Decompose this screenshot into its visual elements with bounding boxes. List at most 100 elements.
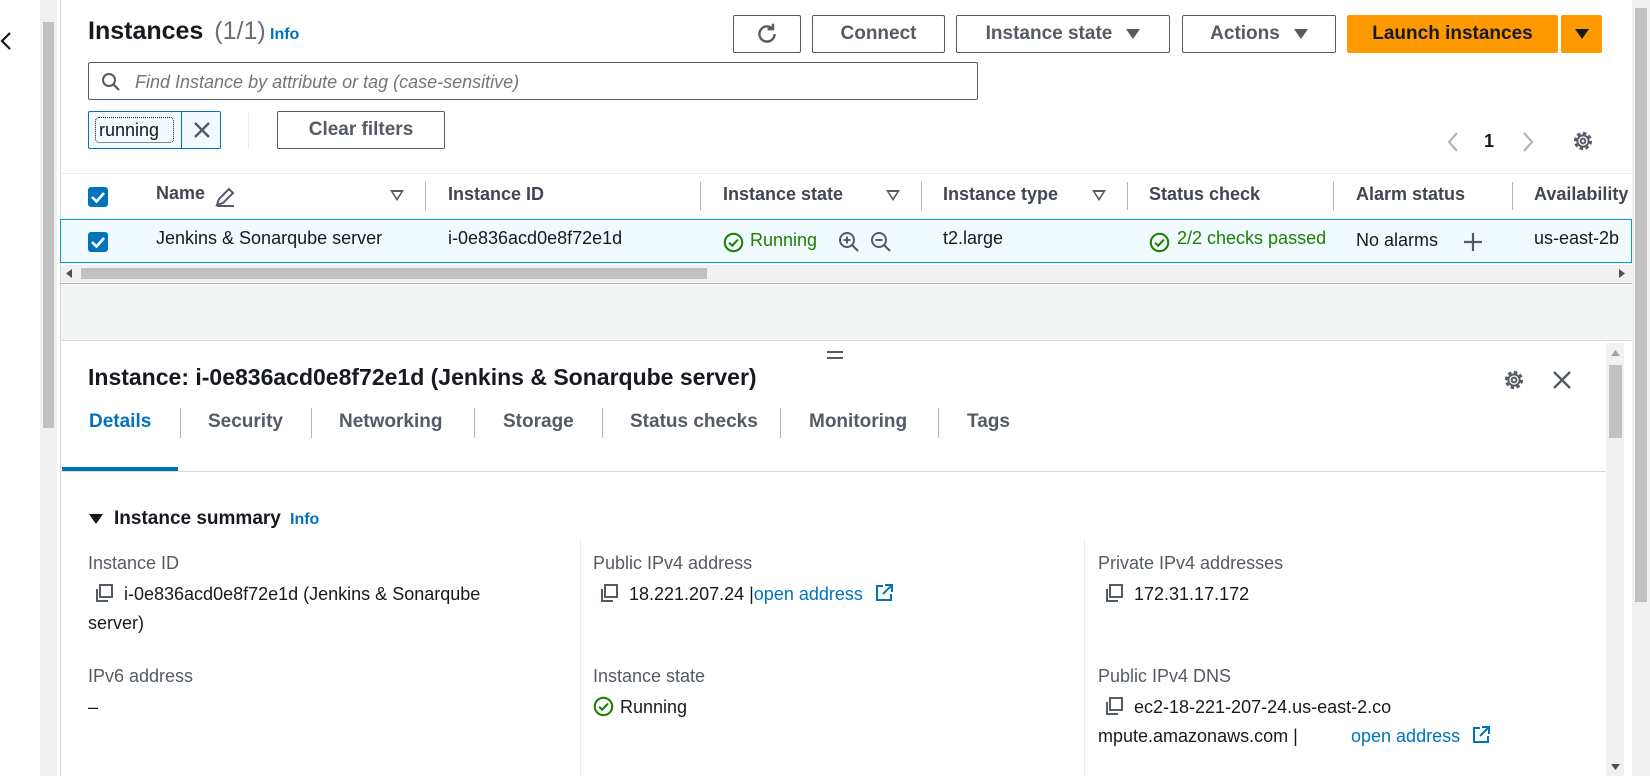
public-dns-link-wrap: open address bbox=[1351, 722, 1491, 751]
scroll-down-icon[interactable] bbox=[1611, 763, 1620, 771]
tab-separator bbox=[938, 408, 939, 438]
select-all-checkbox[interactable] bbox=[88, 187, 108, 207]
col-instance-id[interactable]: Instance ID bbox=[448, 184, 544, 205]
cell-instance-type: t2.large bbox=[943, 228, 1004, 248]
row-checkbox[interactable] bbox=[88, 232, 108, 252]
details-scroll-thumb[interactable] bbox=[1609, 365, 1622, 438]
tab-storage[interactable]: Storage bbox=[503, 411, 574, 433]
table-top-border bbox=[60, 173, 1632, 174]
copy-icon[interactable] bbox=[1104, 696, 1124, 716]
tab-separator bbox=[474, 408, 475, 438]
tabs-bottom-border bbox=[61, 471, 1606, 472]
summary-title[interactable]: Instance summary bbox=[114, 508, 281, 530]
status-positive-icon bbox=[1149, 232, 1170, 253]
refresh-button[interactable] bbox=[733, 15, 801, 53]
value-public-ipv4: 18.221.207.24 |open address bbox=[593, 580, 894, 609]
column-divider bbox=[1084, 538, 1085, 776]
tab-tags[interactable]: Tags bbox=[967, 411, 1010, 433]
col-status-check[interactable]: Status check bbox=[1149, 184, 1260, 205]
copy-icon[interactable] bbox=[1104, 583, 1124, 603]
value-ipv6: – bbox=[88, 697, 99, 717]
tab-separator bbox=[780, 408, 781, 438]
filter-token[interactable]: running bbox=[88, 111, 221, 149]
scroll-right-icon[interactable] bbox=[1617, 269, 1625, 278]
chevron-right-icon[interactable] bbox=[1521, 131, 1535, 153]
scroll-up-icon[interactable] bbox=[1611, 349, 1620, 357]
instance-state-button[interactable]: Instance state bbox=[956, 15, 1170, 53]
col-instance-state[interactable]: Instance state bbox=[723, 184, 843, 205]
split-panel-gap bbox=[61, 285, 1632, 340]
details-title: Instance: i-0e836acd0e8f72e1d (Jenkins &… bbox=[88, 364, 757, 390]
copy-icon[interactable] bbox=[599, 583, 619, 603]
col-instance-type[interactable]: Instance type bbox=[943, 184, 1058, 205]
chevron-left-icon[interactable] bbox=[1446, 131, 1460, 153]
remove-filter-icon[interactable] bbox=[192, 120, 212, 140]
column-divider bbox=[580, 538, 581, 776]
open-address-link[interactable]: open address bbox=[1351, 726, 1460, 746]
connect-label: Connect bbox=[840, 23, 917, 44]
label-public-dns: Public IPv4 DNS bbox=[1098, 666, 1232, 686]
tab-details[interactable]: Details bbox=[89, 411, 151, 433]
value-private-ipv4: 172.31.17.172 bbox=[1098, 580, 1249, 609]
instance-id-text: i-0e836acd0e8f72e1d (Jenkins & Sonarqube… bbox=[88, 584, 481, 633]
info-link[interactable]: Info bbox=[270, 26, 299, 44]
caret-down-icon[interactable] bbox=[88, 513, 104, 525]
page-title: Instances (1/1) bbox=[88, 17, 266, 46]
external-link-icon[interactable] bbox=[1471, 725, 1491, 745]
filter-token-value[interactable]: running bbox=[95, 117, 174, 143]
actions-button[interactable]: Actions bbox=[1182, 15, 1336, 53]
filter-name-icon[interactable] bbox=[390, 190, 404, 201]
clear-filters-button[interactable]: Clear filters bbox=[277, 111, 445, 149]
external-link-icon[interactable] bbox=[874, 583, 894, 603]
zoom-out-icon[interactable] bbox=[870, 231, 892, 253]
cell-state: Running bbox=[750, 230, 818, 250]
details-scrollbar[interactable] bbox=[1606, 343, 1624, 776]
private-ipv4-text: 172.31.17.172 bbox=[1134, 584, 1250, 604]
table-scroll-thumb[interactable] bbox=[81, 268, 707, 279]
copy-icon[interactable] bbox=[94, 583, 114, 603]
add-alarm-icon[interactable] bbox=[1462, 231, 1484, 253]
tab-monitoring[interactable]: Monitoring bbox=[809, 411, 907, 433]
current-page[interactable]: 1 bbox=[1484, 131, 1494, 152]
cell-alarm-status: No alarms bbox=[1356, 230, 1439, 250]
actions-label: Actions bbox=[1210, 23, 1280, 44]
zoom-in-icon[interactable] bbox=[838, 231, 860, 253]
label-private-ipv4: Private IPv4 addresses bbox=[1098, 553, 1284, 573]
launch-instances-button[interactable]: Launch instances bbox=[1347, 15, 1558, 53]
filter-type-icon[interactable] bbox=[1092, 190, 1106, 201]
column-separator bbox=[425, 182, 426, 210]
divider bbox=[248, 111, 249, 149]
col-alarm-status[interactable]: Alarm status bbox=[1356, 184, 1465, 205]
tab-security[interactable]: Security bbox=[208, 411, 283, 433]
nav-scrollbar-thumb[interactable] bbox=[43, 22, 54, 428]
search-box[interactable] bbox=[88, 62, 978, 100]
col-availability[interactable]: Availability bbox=[1534, 184, 1628, 205]
col-name[interactable]: Name bbox=[156, 183, 205, 204]
column-separator bbox=[1127, 182, 1128, 210]
page-scrollbar-thumb[interactable] bbox=[1635, 8, 1647, 602]
table-horizontal-scrollbar[interactable] bbox=[61, 265, 1632, 282]
tab-networking[interactable]: Networking bbox=[339, 411, 442, 433]
scroll-left-icon[interactable] bbox=[66, 269, 74, 278]
chevron-left-icon[interactable] bbox=[0, 30, 12, 52]
instance-state-label: Instance state bbox=[985, 23, 1113, 44]
filter-state-icon[interactable] bbox=[886, 190, 900, 201]
summary-info-link[interactable]: Info bbox=[290, 511, 319, 529]
gear-icon[interactable] bbox=[1501, 367, 1527, 393]
cell-status-check[interactable]: 2/2 checks passed bbox=[1177, 228, 1333, 249]
gear-icon[interactable] bbox=[1570, 128, 1596, 154]
close-icon[interactable] bbox=[1551, 369, 1573, 391]
divider bbox=[61, 340, 1632, 341]
cell-instance-id-link[interactable]: i-0e836acd0e8f72e1d bbox=[448, 228, 622, 249]
tab-status-checks[interactable]: Status checks bbox=[630, 411, 758, 433]
search-input[interactable] bbox=[133, 67, 957, 97]
column-separator bbox=[921, 182, 922, 210]
connect-button[interactable]: Connect bbox=[812, 15, 945, 53]
column-separator bbox=[1333, 182, 1334, 210]
instance-state-text: Running bbox=[620, 697, 688, 717]
cell-name: Jenkins & Sonarqube server bbox=[156, 228, 383, 248]
resize-handle-icon[interactable] bbox=[826, 349, 844, 361]
launch-dropdown-button[interactable] bbox=[1561, 15, 1602, 53]
open-address-link[interactable]: open address bbox=[754, 584, 863, 604]
checkmark-icon bbox=[91, 237, 105, 249]
